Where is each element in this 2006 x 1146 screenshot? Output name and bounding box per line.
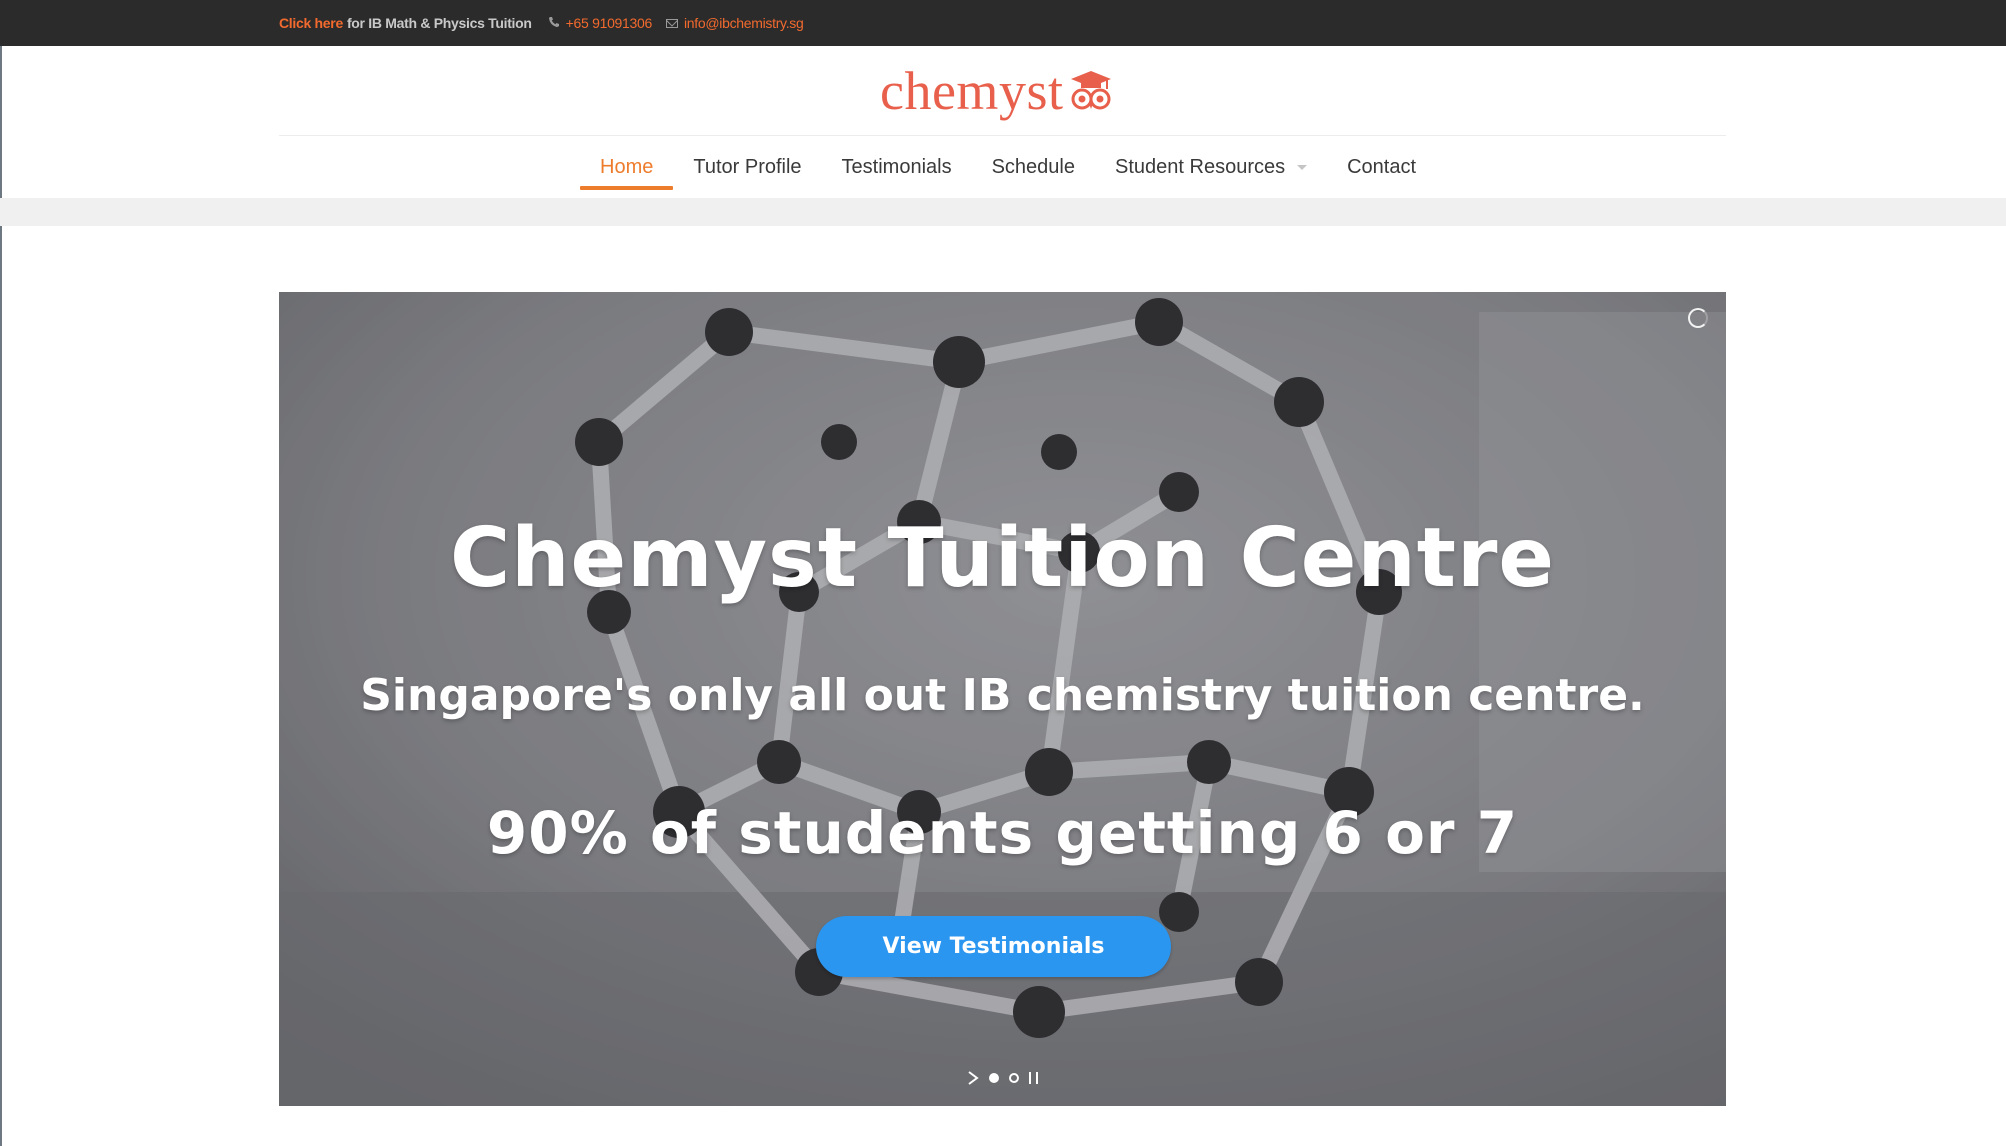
click-here-link[interactable]: Click here — [279, 15, 343, 31]
email-link[interactable]: info@ibchemistry.sg — [684, 15, 804, 31]
hero-subtitle: Singapore's only all out IB chemistry tu… — [360, 670, 1645, 721]
site-logo[interactable]: chemyst — [880, 56, 1115, 126]
hero-stat: 90% of students getting 6 or 7 — [486, 799, 1519, 867]
nav-item-label: Schedule — [991, 155, 1075, 178]
header-divider — [279, 135, 1726, 136]
nav-item-contact[interactable]: Contact — [1327, 140, 1436, 194]
window-edge — [0, 0, 2, 1146]
promo-text: for IB Math & Physics Tuition — [346, 15, 532, 31]
nav-item-testimonials[interactable]: Testimonials — [822, 140, 972, 194]
main-nav: Home Tutor Profile Testimonials Schedule… — [580, 140, 1436, 194]
envelope-icon — [665, 18, 678, 28]
nav-item-student-resources[interactable]: Student Resources — [1095, 140, 1327, 194]
nav-item-label: Student Resources — [1115, 155, 1286, 178]
next-slide-icon[interactable] — [967, 1071, 979, 1085]
phone-link[interactable]: +65 91091306 — [566, 15, 653, 31]
slider-controls — [279, 1071, 1726, 1085]
slider-loading-icon — [1688, 308, 1708, 328]
slide-dot-1[interactable] — [989, 1073, 999, 1083]
phone-icon — [548, 16, 560, 31]
nav-item-tutor-profile[interactable]: Tutor Profile — [673, 140, 821, 194]
top-bar: Click here for IB Math & Physics Tuition… — [0, 0, 2006, 46]
nav-item-label: Contact — [1347, 155, 1417, 178]
nav-item-home[interactable]: Home — [580, 140, 674, 194]
nav-item-label: Testimonials — [841, 155, 952, 178]
owl-graduation-cap-icon — [1067, 69, 1115, 118]
hero-title: Chemyst Tuition Centre — [449, 511, 1556, 606]
logo-text: chemyst — [880, 61, 1064, 121]
header-bottom-strip — [0, 198, 2006, 226]
nav-item-label: Tutor Profile — [693, 155, 802, 178]
pause-icon[interactable] — [1029, 1072, 1038, 1084]
nav-item-label: Home — [600, 155, 654, 178]
slide-dot-2[interactable] — [1009, 1073, 1019, 1083]
view-testimonials-button[interactable]: View Testimonials — [816, 916, 1171, 977]
hero-slider: Chemyst Tuition Centre Singapore's only … — [279, 292, 1726, 1106]
nav-item-schedule[interactable]: Schedule — [972, 140, 1095, 194]
top-bar-content: Click here for IB Math & Physics Tuition… — [279, 0, 804, 46]
caret-down-icon — [1297, 164, 1308, 170]
